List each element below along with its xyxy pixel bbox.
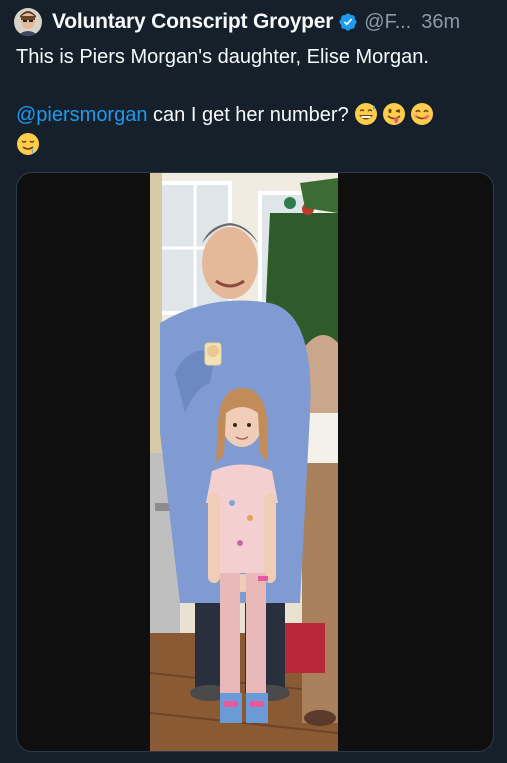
- tweet-header: Voluntary Conscript Groyper @F... 36m: [14, 8, 460, 36]
- mention-link[interactable]: @piersmorgan: [16, 104, 147, 126]
- verified-badge-icon: [339, 13, 357, 31]
- grinning-sweat-emoji-icon: [355, 103, 378, 125]
- author-handle[interactable]: @F...: [364, 11, 411, 34]
- tweet-text: This is Piers Morgan's daughter, Elise M…: [16, 42, 496, 160]
- drooling-emoji-icon: [17, 133, 39, 155]
- yum-emoji-icon: [411, 103, 434, 125]
- avatar[interactable]: [14, 8, 42, 36]
- tweet-text-line-1: This is Piers Morgan's daughter, Elise M…: [16, 46, 429, 68]
- tweet-text-line-2-rest: can I get her number?: [147, 104, 349, 126]
- tweet[interactable]: Voluntary Conscript Groyper @F... 36m Th…: [0, 0, 507, 763]
- tweet-text-line-2: @piersmorgan can I get her number?: [16, 100, 496, 160]
- author-display-name[interactable]: Voluntary Conscript Groyper: [52, 10, 333, 34]
- tweet-timestamp[interactable]: 36m: [421, 11, 460, 34]
- winking-tongue-emoji-icon: [383, 103, 406, 125]
- photo-image[interactable]: [150, 173, 338, 751]
- tweet-media[interactable]: [16, 172, 494, 752]
